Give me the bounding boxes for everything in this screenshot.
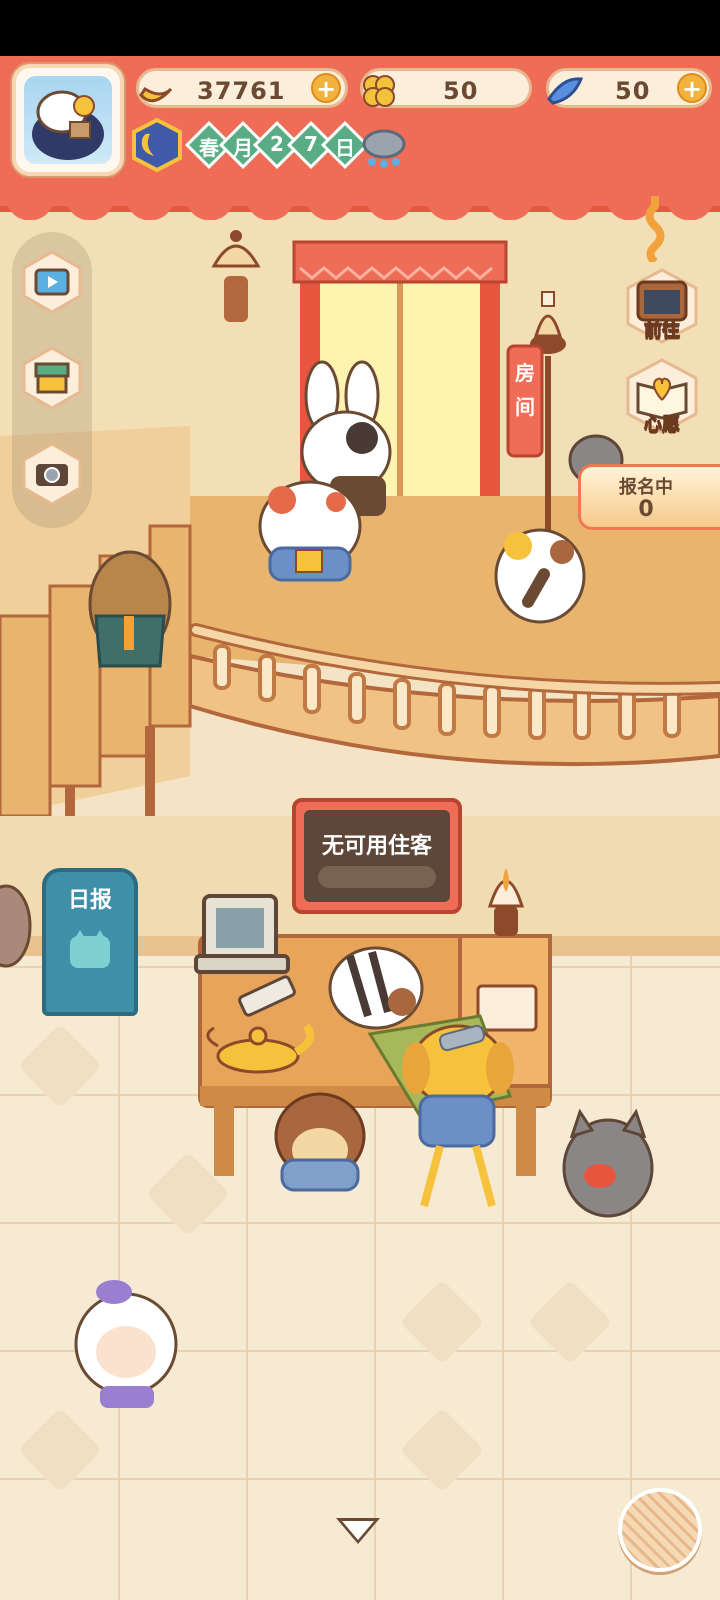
fish-amount: 50 xyxy=(615,77,651,105)
potato-character-icon xyxy=(88,550,172,668)
camera-icon[interactable] xyxy=(20,442,84,506)
singing-cat-character-icon xyxy=(494,528,586,624)
fish-currency-pill: 50 + xyxy=(546,68,712,108)
player-avatar[interactable] xyxy=(12,64,124,176)
game-scene: 房间 37761 + 50 50 + 春 月 2 7 日 前往 心愿 报名中 0… xyxy=(0,56,720,1600)
guest-board-screen: 无可用住客 xyxy=(304,810,450,902)
cat-avatar-icon xyxy=(32,90,104,160)
signup-panel[interactable]: 报名中 0 xyxy=(578,464,720,530)
tv-icon[interactable] xyxy=(20,250,84,314)
yarn-ball-button[interactable] xyxy=(618,1488,702,1572)
cat-face-icon xyxy=(70,930,110,968)
sheep-character-icon xyxy=(74,1280,178,1408)
day-digit-2: 7 xyxy=(304,132,318,156)
signup-title: 报名中 xyxy=(619,477,673,498)
goto-label: 前往 xyxy=(644,320,681,342)
banner-scallop xyxy=(0,196,720,220)
add-fish-button[interactable]: + xyxy=(677,73,707,103)
gray-cat-character-icon xyxy=(562,1108,654,1218)
banana-icon xyxy=(139,86,173,103)
moon-clock-icon[interactable] xyxy=(130,118,184,172)
striped-cat-character-icon xyxy=(328,946,424,1030)
daily-paper-stand[interactable]: 日报 xyxy=(42,868,138,1016)
status-bar xyxy=(0,0,720,56)
wish-button[interactable]: 心愿 xyxy=(622,356,702,436)
board-bar xyxy=(318,866,436,888)
goto-button[interactable]: 前往 xyxy=(622,266,702,346)
wish-label: 心愿 xyxy=(644,414,681,436)
side-menu xyxy=(12,232,92,528)
clover-currency-pill: 50 xyxy=(360,68,532,108)
guest-board[interactable]: 无可用住客 xyxy=(292,798,462,914)
signup-count: 0 xyxy=(638,497,654,522)
season-char: 春 xyxy=(199,136,219,160)
banana-amount: 37761 xyxy=(197,77,286,105)
dog-receptionist-character-icon xyxy=(402,1024,514,1208)
clover-icon xyxy=(363,75,395,107)
add-banana-button[interactable]: + xyxy=(311,73,341,103)
day-char: 日 xyxy=(335,136,355,160)
banana-currency-pill: 37761 + xyxy=(136,68,348,108)
fish-icon xyxy=(547,77,584,105)
rain-cloud-icon[interactable] xyxy=(358,122,408,172)
expand-down-arrow[interactable] xyxy=(336,1518,380,1544)
hamster-character-icon xyxy=(274,1092,366,1192)
month-char: 月 xyxy=(233,136,253,160)
calico-cat-character-icon xyxy=(258,480,362,582)
chipmunk-character-icon xyxy=(0,884,32,968)
hanging-ornament-icon xyxy=(645,196,665,262)
avatar-image xyxy=(24,76,112,164)
day-digit-1: 2 xyxy=(270,132,284,156)
no-guest-text: 无可用住客 xyxy=(321,834,432,859)
shop-icon[interactable] xyxy=(20,346,84,410)
clover-amount: 50 xyxy=(443,77,479,105)
daily-paper-title: 日报 xyxy=(67,888,112,913)
